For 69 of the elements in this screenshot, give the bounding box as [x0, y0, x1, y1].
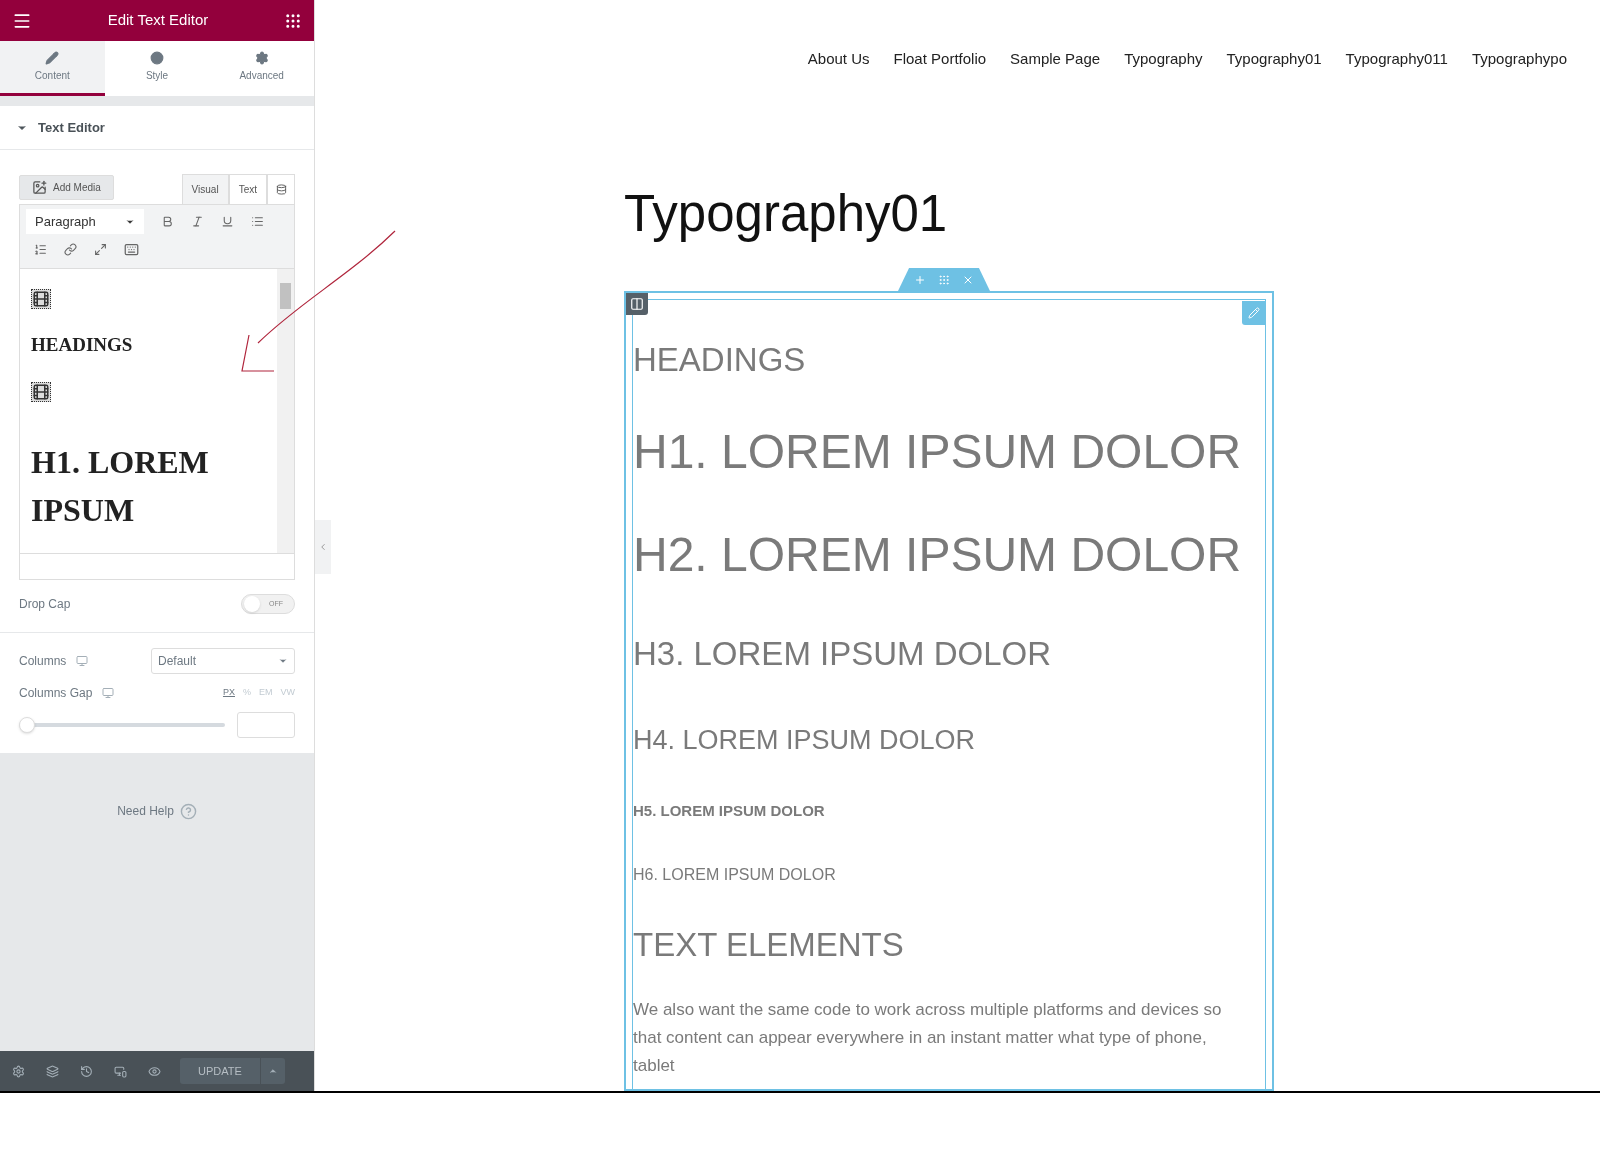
- nav-link[interactable]: Typographypo: [1471, 48, 1567, 68]
- bullet-list-icon[interactable]: [251, 215, 264, 228]
- nav-link[interactable]: Typography: [1124, 48, 1203, 68]
- slider[interactable]: [19, 717, 225, 733]
- panel-tab[interactable]: Advanced: [209, 41, 314, 96]
- add-media-button[interactable]: Add Media: [19, 175, 114, 200]
- content-heading: H6. LOREM IPSUM DOLOR: [633, 865, 836, 885]
- nav-link[interactable]: Sample Page: [1010, 48, 1101, 68]
- caret-icon: [278, 656, 288, 666]
- toolbar-toggle-icon[interactable]: [267, 174, 295, 204]
- panel-title: Edit Text Editor: [107, 10, 209, 31]
- gear-icon: [254, 51, 269, 65]
- body-paragraph: We also want the same code to work across multiple platforms and devices so that content can appear everywhere in an instant matter what type of phone, tablet: [633, 999, 1223, 1077]
- underline-icon[interactable]: [221, 215, 234, 228]
- panel-tab[interactable]: Style: [104, 41, 210, 96]
- content-heading: HEADINGS: [633, 340, 806, 380]
- unit-option[interactable]: PX: [222, 686, 235, 700]
- content-heading: H4. LOREM IPSUM DOLOR: [633, 724, 976, 757]
- preview-icon[interactable]: [148, 1064, 161, 1078]
- editor-heading: HEADINGS: [31, 333, 134, 357]
- responsive-icon[interactable]: [114, 1064, 127, 1078]
- help-icon[interactable]: [179, 802, 197, 820]
- editor-mode-tab[interactable]: Visual: [181, 174, 229, 204]
- column-handle-icon[interactable]: [626, 293, 648, 315]
- content-heading: TEXT ELEMENTS: [633, 925, 904, 965]
- content-heading: H1. LOREM IPSUM DOLOR: [633, 424, 1242, 480]
- link-icon[interactable]: [64, 242, 77, 256]
- content-heading: H3. LOREM IPSUM DOLOR: [633, 634, 1052, 674]
- format-select[interactable]: Paragraph: [26, 209, 144, 234]
- page-title: Typography01: [624, 184, 949, 244]
- media-icon: [32, 180, 47, 195]
- slider-thumb[interactable]: [19, 717, 35, 733]
- chevron-left-icon: [318, 542, 328, 552]
- content-heading: H2. LOREM IPSUM DOLOR: [633, 527, 1242, 583]
- edit-widget-icon[interactable]: [1242, 301, 1266, 325]
- nav-link[interactable]: About Us: [807, 48, 870, 68]
- caret-icon: [268, 1066, 278, 1076]
- settings-icon[interactable]: [12, 1064, 25, 1078]
- editor-area[interactable]: HEADINGS H1. LOREM IPSUM: [19, 269, 295, 580]
- update-button[interactable]: UPDATE: [180, 1058, 260, 1084]
- media-placeholder-icon: [31, 289, 51, 309]
- bold-icon[interactable]: [161, 215, 174, 228]
- nav-link[interactable]: Typography011: [1345, 48, 1448, 68]
- editor-mode-tab[interactable]: Text: [228, 174, 267, 204]
- history-icon[interactable]: [80, 1064, 93, 1078]
- columns-select[interactable]: Default: [151, 648, 295, 674]
- columns-gap-label: Columns Gap: [19, 685, 93, 702]
- nav-link[interactable]: Typography01: [1226, 48, 1322, 68]
- section-toggle[interactable]: Text Editor: [0, 106, 314, 150]
- desktop-icon[interactable]: [76, 655, 89, 667]
- nav-link[interactable]: Float Portfolio: [893, 48, 987, 68]
- numbered-list-icon[interactable]: [34, 242, 47, 256]
- scrollbar[interactable]: [277, 269, 294, 553]
- keyboard-icon[interactable]: [124, 241, 139, 257]
- content-heading: H5. LOREM IPSUM DOLOR: [633, 801, 825, 821]
- drop-cap-label: Drop Cap: [19, 596, 71, 613]
- layers-icon[interactable]: [46, 1064, 59, 1078]
- editor-heading: H1. LOREM IPSUM: [31, 442, 210, 530]
- media-placeholder-icon: [31, 381, 51, 402]
- pencil-icon: [45, 51, 60, 65]
- need-help-link[interactable]: Need Help: [117, 802, 174, 820]
- desktop-icon[interactable]: [102, 687, 115, 699]
- columns-label: Columns: [19, 653, 67, 670]
- gap-input[interactable]: [237, 712, 295, 738]
- drag-icon[interactable]: [938, 273, 950, 286]
- grid-icon[interactable]: [284, 11, 302, 30]
- italic-icon[interactable]: [191, 215, 204, 228]
- fullscreen-icon[interactable]: [94, 242, 107, 256]
- panel-tab[interactable]: Content: [0, 41, 105, 96]
